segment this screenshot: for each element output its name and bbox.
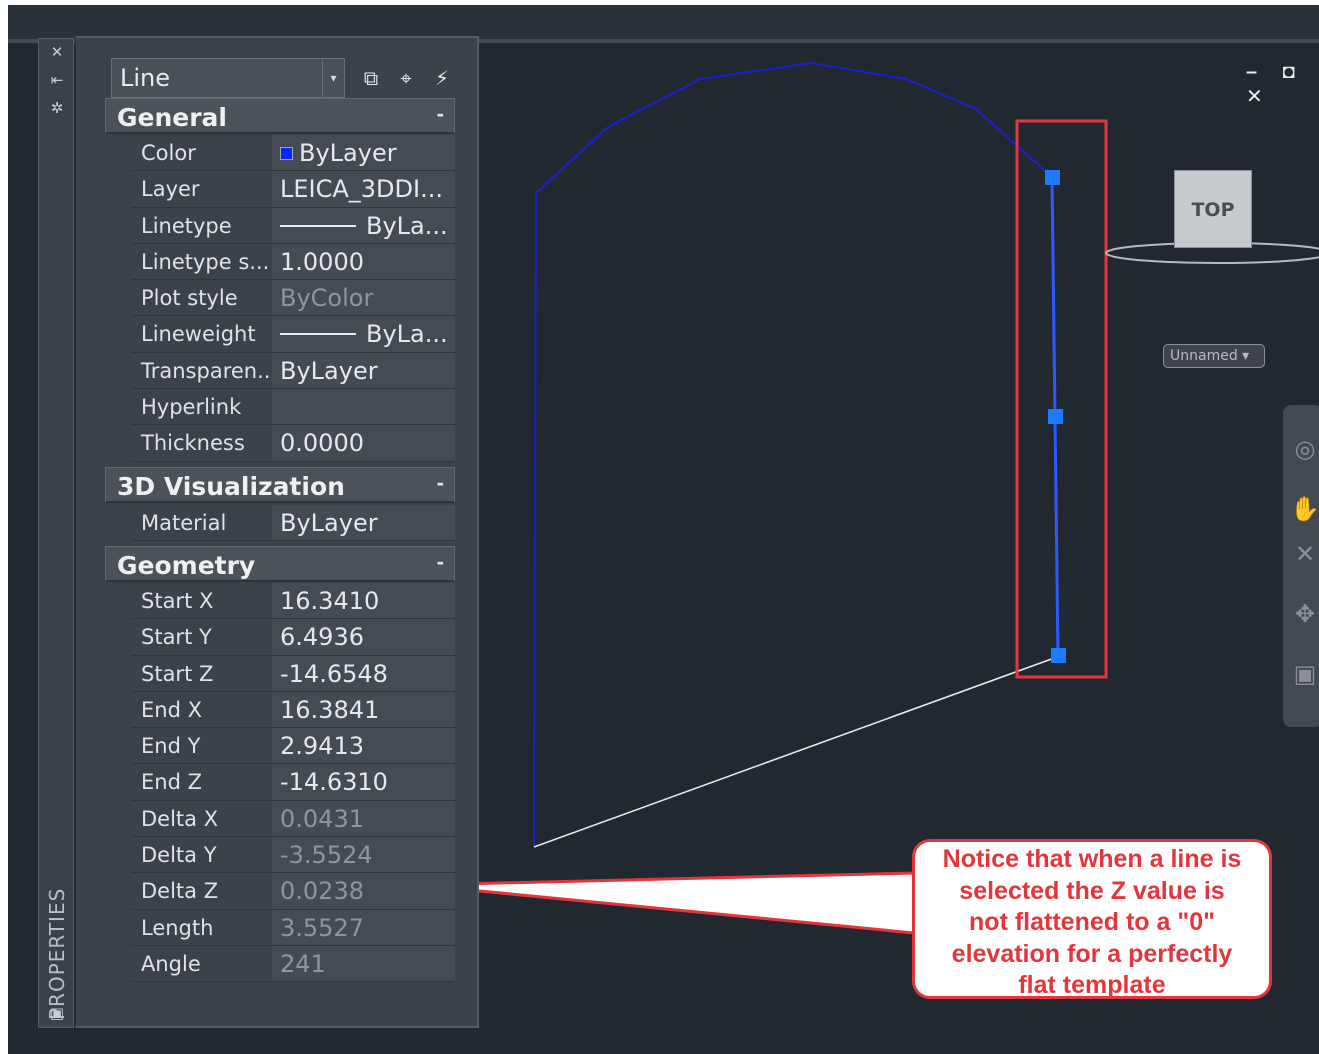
property-row-hyperlink[interactable]: Hyperlink	[131, 389, 455, 426]
callout-line: Notice that when a line is	[942, 845, 1242, 873]
properties-palette: Line ▾ ⧉ ⌖ ⚡ General - Color ByLayer Laye…	[75, 36, 479, 1028]
property-row-transparency[interactable]: Transparen... ByLayer	[131, 352, 455, 390]
properties-palette-icon[interactable]: ▣	[39, 1004, 75, 1024]
ucs-label: Unnamed	[1170, 348, 1238, 364]
callout-note: Notice that when a line is selected the …	[912, 839, 1272, 999]
toggle-pickadd-icon[interactable]: ⧉	[358, 66, 384, 92]
close-icon[interactable]: ✕	[39, 43, 75, 63]
property-row-delta-z: Delta Z 0.0238	[131, 873, 455, 910]
palette-title: PROPERTIES	[45, 887, 69, 1020]
property-row-start-y[interactable]: Start Y 6.4936	[131, 619, 455, 656]
property-row-linetype-scale[interactable]: Linetype s... 1.0000	[131, 243, 455, 281]
property-row-plot-style: Plot style ByColor	[131, 280, 455, 317]
quick-select-icon[interactable]: ⚡	[429, 66, 455, 92]
pan-icon[interactable]: ✋	[1289, 495, 1319, 524]
section-title: Geometry	[117, 551, 256, 580]
collapse-icon[interactable]: -	[437, 549, 444, 575]
section-3d-visualization[interactable]: 3D Visualization -	[105, 467, 455, 503]
property-row-material[interactable]: Material ByLayer	[131, 505, 455, 542]
navigation-bar[interactable]: ◎ ✋ ✕ ✥ ▣	[1283, 405, 1319, 727]
lineweight-preview	[280, 333, 356, 336]
property-row-end-x[interactable]: End X 16.3841	[131, 691, 455, 729]
property-row-color[interactable]: Color ByLayer	[131, 135, 455, 172]
viewport-window-controls[interactable]: – ◘ ✕	[1246, 61, 1319, 109]
object-type-value: Line	[120, 64, 171, 92]
section-geometry[interactable]: Geometry -	[105, 546, 455, 582]
visualization-properties: Material ByLayer	[131, 505, 455, 542]
steering-wheel-icon[interactable]: ◎	[1289, 435, 1319, 464]
orbit-icon[interactable]: ✥	[1289, 600, 1319, 629]
property-row-delta-x: Delta X 0.0431	[131, 800, 455, 838]
callout-pointer	[417, 871, 916, 935]
property-row-end-z[interactable]: End Z -14.6310	[131, 764, 455, 801]
property-row-start-z[interactable]: Start Z -14.6548	[131, 655, 455, 692]
section-title: 3D Visualization	[117, 472, 345, 501]
callout-line: elevation for a perfectly	[951, 939, 1233, 968]
section-general[interactable]: General -	[105, 98, 455, 134]
zoom-icon[interactable]: ✕	[1289, 540, 1319, 569]
drawing-area[interactable]: – ◘ ✕ TOP Unnamed ▾ ◎ ✋ ✕ ✥ ▣ Notice tha…	[8, 5, 1319, 1054]
object-type-dropdown[interactable]: Line ▾	[111, 58, 345, 98]
grip-mid	[1048, 409, 1063, 424]
property-row-linetype[interactable]: Linetype ByLa...	[131, 207, 455, 244]
property-row-lineweight[interactable]: Lineweight ByLa...	[131, 316, 455, 353]
ucs-dropdown[interactable]: Unnamed ▾	[1163, 344, 1265, 368]
viewcube-top[interactable]: TOP	[1174, 170, 1252, 248]
color-swatch-icon	[280, 147, 293, 160]
selection-highlight-box	[1015, 119, 1108, 679]
blue-polyline	[533, 61, 1053, 848]
property-row-angle: Angle 241	[131, 945, 455, 983]
palette-title-strip[interactable]: ✕ ⇤ ✲ PROPERTIES ▣	[38, 38, 74, 1028]
property-row-length: Length 3.5527	[131, 909, 455, 946]
autohide-icon[interactable]: ⇤	[39, 71, 75, 91]
callout-line: not flattened to a "0"	[969, 908, 1215, 936]
select-objects-icon[interactable]: ⌖	[393, 66, 419, 92]
callout-line: selected the Z value is	[959, 876, 1225, 905]
grip-start	[1045, 170, 1060, 185]
property-row-delta-y: Delta Y -3.5524	[131, 837, 455, 874]
property-row-thickness[interactable]: Thickness 0.0000	[131, 425, 455, 462]
collapse-icon[interactable]: -	[437, 101, 444, 127]
showmotion-icon[interactable]: ▣	[1289, 660, 1319, 689]
chevron-down-icon[interactable]: ▾	[322, 59, 344, 97]
property-row-end-y[interactable]: End Y 2.9413	[131, 728, 455, 765]
collapse-icon[interactable]: -	[437, 470, 444, 496]
linetype-preview	[280, 224, 356, 227]
property-row-layer[interactable]: Layer LEICA_3DDI...	[131, 171, 455, 208]
property-row-start-x[interactable]: Start X 16.3410	[131, 583, 455, 620]
white-line	[533, 656, 1058, 848]
callout-line: flat template	[1018, 971, 1166, 999]
section-title: General	[117, 103, 227, 132]
general-properties: Color ByLayer Layer LEICA_3DDI... Linetype…	[131, 135, 455, 462]
geometry-properties: Start X 16.3410 Start Y 6.4936 Start Z -14.…	[131, 583, 455, 983]
grip-end	[1051, 648, 1066, 663]
settings-icon[interactable]: ✲	[39, 99, 75, 119]
